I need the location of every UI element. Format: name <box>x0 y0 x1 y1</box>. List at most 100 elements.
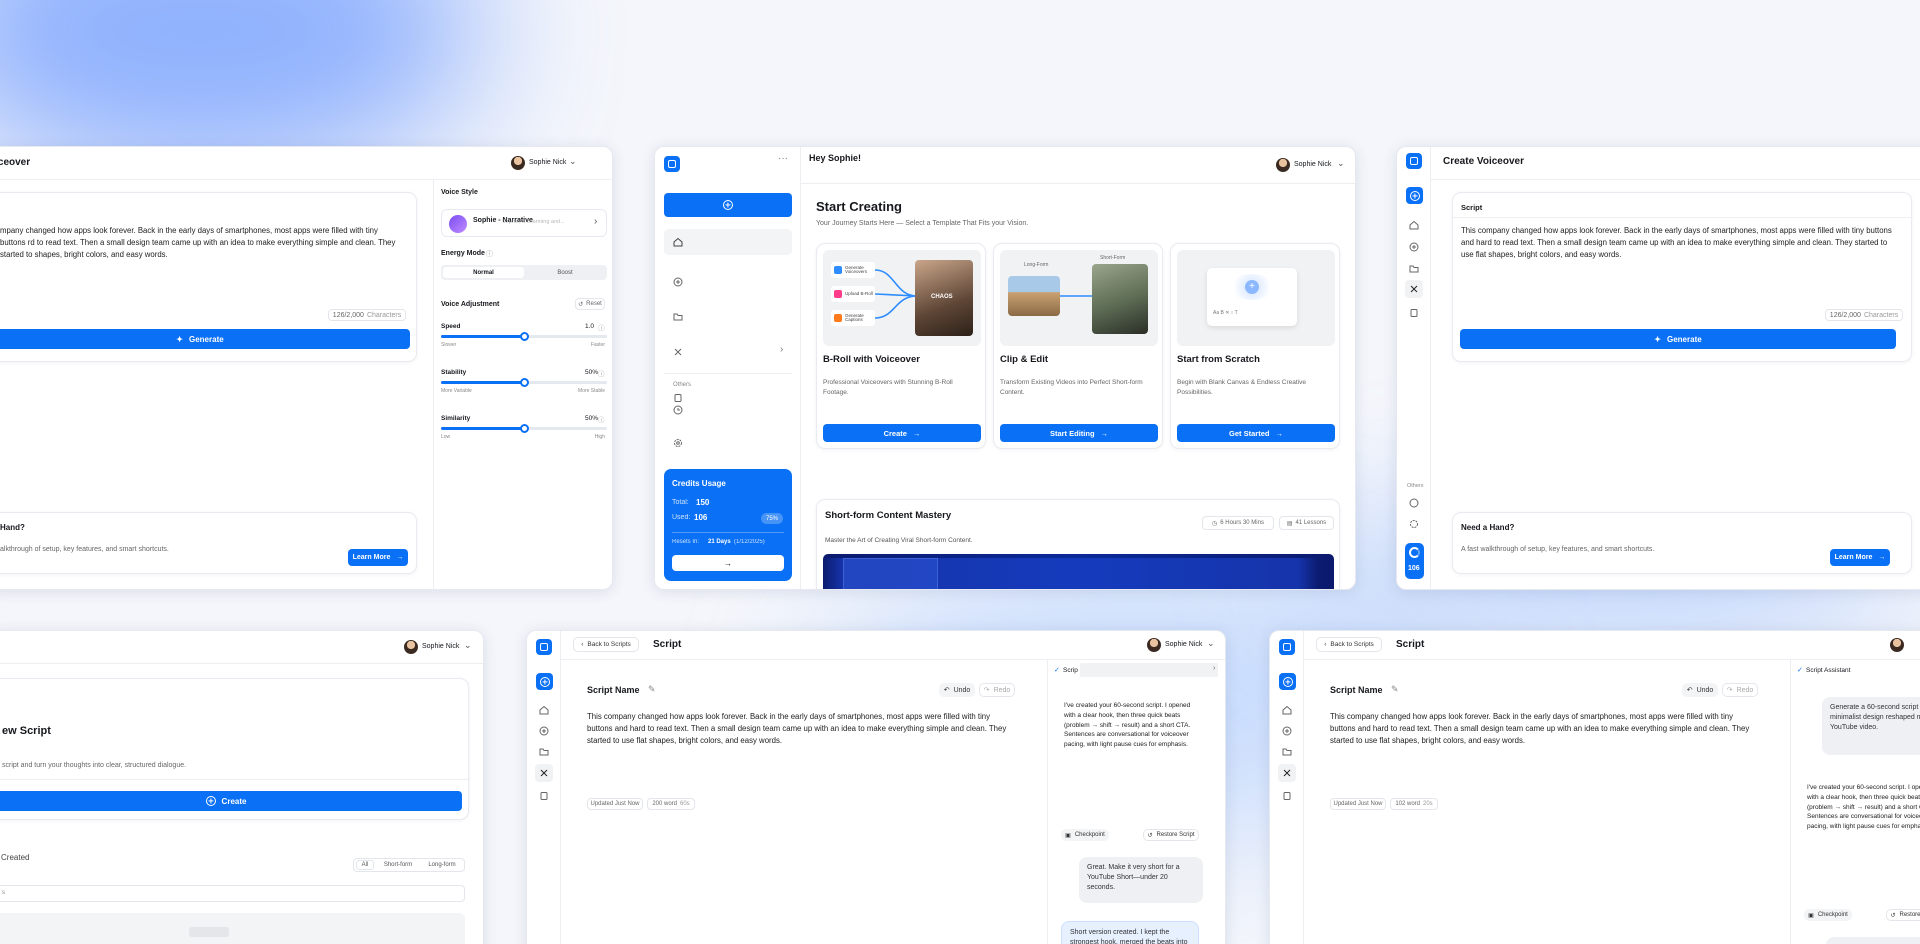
slider-low-label: Slower <box>441 342 457 348</box>
chevron-down-icon[interactable]: ⌄ <box>464 640 472 651</box>
avatar[interactable] <box>1890 638 1904 652</box>
home-icon[interactable] <box>1282 705 1292 715</box>
reset-button[interactable]: ↺ Reset <box>575 298 605 310</box>
help-icon[interactable] <box>1409 498 1419 508</box>
generate-button[interactable]: ✦ Generate <box>0 329 410 349</box>
start-editing-button[interactable]: Start Editing → <box>1000 424 1158 442</box>
undo-button[interactable]: ↶ Undo <box>939 683 975 697</box>
create-button[interactable]: Create → <box>823 424 981 442</box>
back-to-scripts-button[interactable]: ‹ Back to Scripts <box>1316 637 1382 652</box>
energy-boost-option[interactable]: Boost <box>525 267 605 278</box>
database-icon[interactable] <box>1282 791 1292 801</box>
more-icon[interactable]: ··· <box>778 153 788 164</box>
redo-button[interactable]: ↷ Redo <box>979 683 1015 697</box>
nav-folder-icon[interactable] <box>673 312 683 322</box>
filter-long-form[interactable]: Long-form <box>422 860 462 870</box>
restore-script-button[interactable]: ↺Restore Script <box>1143 829 1199 841</box>
course-card[interactable]: Short-form Content Mastery ◷ 6 Hours 30 M… <box>816 499 1340 589</box>
template-card-scratch[interactable]: + Aa B ✕ ↕ T Start from Scratch Begin wi… <box>1170 243 1340 449</box>
energy-normal-option[interactable]: Normal <box>443 267 524 278</box>
tools-active[interactable] <box>535 764 553 782</box>
assistant-expand-icon[interactable]: › <box>1213 665 1215 672</box>
nav-tools-icon[interactable] <box>673 347 683 357</box>
script-list-item[interactable] <box>0 913 465 944</box>
get-started-button[interactable]: Get Started → <box>1177 424 1335 442</box>
learn-more-button[interactable]: Learn More → <box>1830 549 1890 566</box>
nav-history-icon[interactable] <box>673 405 683 415</box>
undo-icon: ↶ <box>1686 687 1693 694</box>
search-input[interactable]: s <box>0 885 465 902</box>
create-icon[interactable] <box>539 726 549 736</box>
checkpoint-button[interactable]: ▣ Checkpoint <box>1061 829 1109 841</box>
app-logo[interactable] <box>664 156 680 172</box>
edit-icon[interactable]: ✎ <box>1391 684 1399 695</box>
filter-short-form[interactable]: Short-form <box>378 860 418 870</box>
sparkle-icon: ✦ <box>176 334 183 344</box>
database-icon[interactable] <box>539 791 549 801</box>
settings-icon[interactable] <box>1409 519 1419 529</box>
chevron-down-icon[interactable]: ⌄ <box>569 156 577 167</box>
chevron-down-icon[interactable]: ⌄ <box>1207 638 1215 649</box>
avatar[interactable] <box>404 640 418 654</box>
avatar[interactable] <box>1276 158 1290 172</box>
app-logo[interactable] <box>1279 639 1295 655</box>
create-icon[interactable] <box>1409 242 1419 252</box>
redo-button[interactable]: ↷ Redo <box>1722 683 1758 697</box>
voice-selector[interactable]: Sophie - Narrative Sophie, a charming an… <box>441 209 607 237</box>
script-text[interactable]: mpany changed how apps look forever. Bac… <box>0 225 400 261</box>
nav-database-icon[interactable] <box>673 393 683 403</box>
nav-settings-icon[interactable] <box>673 438 683 448</box>
new-project-button[interactable] <box>664 193 792 217</box>
checkpoint-button[interactable]: ▣ Checkpoint <box>1804 909 1852 921</box>
avatar[interactable] <box>1147 638 1161 652</box>
learn-more-button[interactable]: Learn More → <box>348 549 408 566</box>
slider-track[interactable] <box>441 424 607 433</box>
home-icon[interactable] <box>1409 220 1419 230</box>
chevron-down-icon[interactable]: ⌄ <box>1337 158 1345 169</box>
slider-thumb[interactable] <box>520 424 529 433</box>
tools-active[interactable] <box>1278 764 1296 782</box>
course-duration: ◷ 6 Hours 30 Mins <box>1202 516 1274 530</box>
new-project-button[interactable] <box>1279 673 1296 690</box>
folder-icon[interactable] <box>1282 747 1292 757</box>
help-card: Need a Hand? A fast walkthrough of setup… <box>1452 512 1912 574</box>
credits-mini[interactable]: 106 <box>1405 543 1424 579</box>
course-banner <box>823 554 1334 589</box>
template-card-clip-edit[interactable]: Long-Form Short-Form Clip & Edit Transfo… <box>993 243 1163 449</box>
nav-create-icon[interactable] <box>673 277 683 287</box>
back-to-scripts-button[interactable]: ‹ Back to Scripts <box>573 637 639 652</box>
app-logo[interactable] <box>536 639 552 655</box>
new-project-button[interactable] <box>1406 187 1423 204</box>
slider-thumb[interactable] <box>520 332 529 341</box>
others-label: Others <box>1407 483 1424 489</box>
folder-icon[interactable] <box>539 747 549 757</box>
folder-icon[interactable] <box>1409 264 1419 274</box>
course-duration-label: 6 Hours 30 Mins <box>1220 520 1264 526</box>
app-logo[interactable] <box>1406 153 1422 169</box>
edit-icon[interactable]: ✎ <box>648 684 656 695</box>
assistant-title: Scrip <box>1063 667 1078 674</box>
undo-button[interactable]: ↶ Undo <box>1682 683 1718 697</box>
template-card-broll[interactable]: Generate Voiceovers Upload B-Roll Genera… <box>816 243 986 449</box>
database-icon[interactable] <box>1409 308 1419 318</box>
nav-home[interactable] <box>664 229 792 255</box>
restore-script-button[interactable]: ↺Restore Script <box>1886 909 1920 921</box>
create-button[interactable]: Create <box>0 791 462 811</box>
tools-active[interactable] <box>1405 280 1423 298</box>
filter-all[interactable]: All <box>356 860 374 870</box>
credits-used: 106 <box>694 513 708 522</box>
slider-track[interactable] <box>441 378 607 387</box>
avatar[interactable] <box>511 156 525 170</box>
generate-button[interactable]: ✦ Generate <box>1460 329 1896 349</box>
tools-icon <box>1409 284 1419 294</box>
script-body[interactable]: This company changed how apps look forev… <box>587 711 1017 747</box>
home-icon[interactable] <box>539 705 549 715</box>
script-body[interactable]: This company changed how apps look forev… <box>1330 711 1760 747</box>
new-project-button[interactable] <box>536 673 553 690</box>
slider-track[interactable] <box>441 332 607 341</box>
credits-upgrade-button[interactable]: → <box>672 555 784 571</box>
create-icon[interactable] <box>1282 726 1292 736</box>
slider-high-label: High <box>594 434 605 440</box>
slider-thumb[interactable] <box>520 378 529 387</box>
script-text[interactable]: This company changed how apps look forev… <box>1461 225 1901 261</box>
